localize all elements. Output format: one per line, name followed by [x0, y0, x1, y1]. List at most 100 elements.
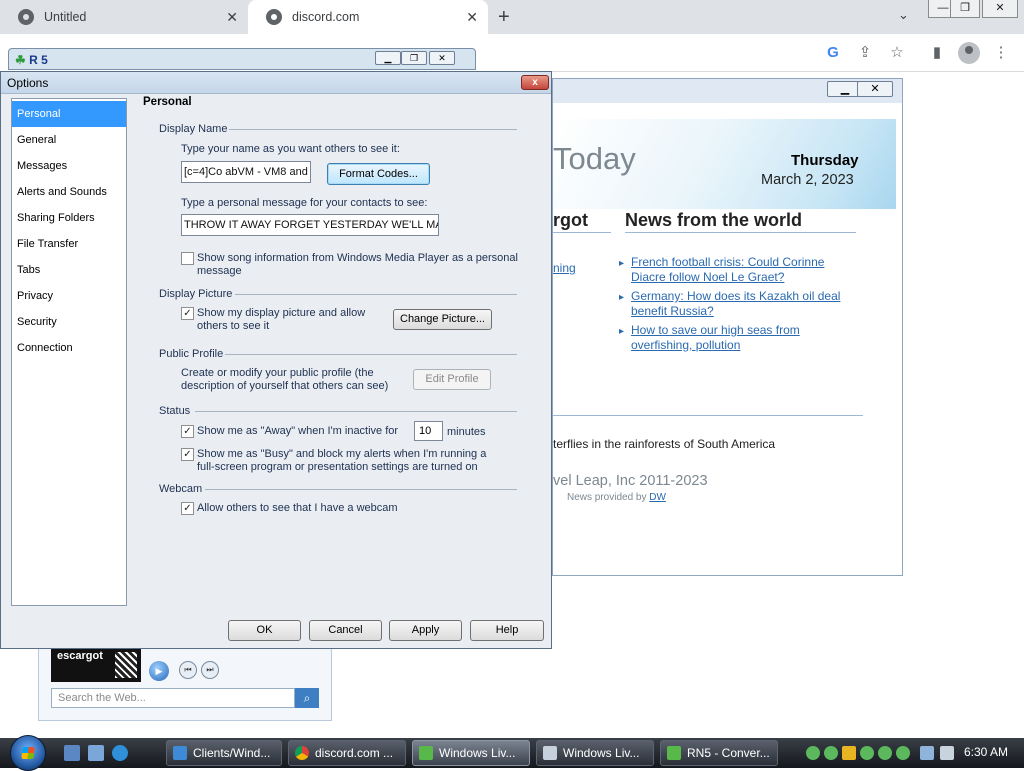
nav-item-privacy[interactable]: Privacy [12, 283, 126, 309]
messenger-logo: ☘ R 5 [15, 53, 48, 67]
away-checkbox[interactable]: ✓ [181, 425, 194, 438]
next-icon[interactable]: ⏭ [201, 661, 219, 679]
display-name-prompt: Type your name as you want others to see… [181, 143, 400, 155]
format-codes-button[interactable]: Format Codes... [327, 163, 430, 185]
messenger-tray-icon[interactable] [878, 746, 892, 760]
change-picture-button[interactable]: Change Picture... [393, 309, 492, 330]
news-item[interactable]: French football crisis: Could Corinne Di… [619, 255, 849, 285]
public-profile-group-label: Public Profile [159, 348, 224, 360]
divider [195, 411, 517, 412]
share-icon[interactable]: ⇪ [854, 42, 876, 64]
tab-title: discord.com [292, 10, 360, 24]
volume-icon[interactable] [940, 746, 954, 760]
tab-discord[interactable]: discord.com ✕ [248, 0, 488, 34]
divider [235, 294, 517, 295]
news-provider: News provided by DW [567, 492, 666, 503]
new-tab-button[interactable]: + [498, 6, 510, 29]
display-name-field[interactable]: [c=4]Co abVM - VM8 and [181, 161, 311, 183]
display-picture-checkbox[interactable]: ✓ [181, 307, 194, 320]
personal-message-prompt: Type a personal message for your contact… [181, 197, 428, 209]
nav-item-sharing-folders[interactable]: Sharing Folders [12, 205, 126, 231]
news-item[interactable]: Germany: How does its Kazakh oil deal be… [619, 289, 849, 319]
status-group-label: Status [159, 405, 191, 417]
display-name-group-label: Display Name [159, 123, 228, 135]
nav-item-messages[interactable]: Messages [12, 153, 126, 179]
nav-item-security[interactable]: Security [12, 309, 126, 335]
messenger-restore-button[interactable]: ❐ [401, 51, 427, 65]
nav-item-personal[interactable]: Personal [12, 101, 126, 127]
dw-link[interactable]: DW [649, 492, 666, 503]
messenger-tray-icon[interactable] [806, 746, 820, 760]
busy-checkbox[interactable]: ✓ [181, 448, 194, 461]
previous-icon[interactable]: ⏮ [179, 661, 197, 679]
taskbar-item-clients[interactable]: Clients/Wind... [166, 740, 282, 766]
tab-search-chevron-icon[interactable]: ⌄ [898, 7, 909, 23]
network-icon[interactable] [920, 746, 934, 760]
today-close-button[interactable]: ✕ [857, 81, 893, 97]
webcam-group-label: Webcam [159, 483, 203, 495]
shield-icon[interactable] [842, 746, 856, 760]
messenger-window-titlebar: ☘ R 5 ▁ ❐ ✕ [8, 48, 476, 70]
restore-button[interactable]: ❐ [950, 0, 980, 18]
nav-item-tabs[interactable]: Tabs [12, 257, 126, 283]
globe-icon [266, 9, 282, 25]
chrome-icon [295, 746, 309, 760]
webcam-checkbox[interactable]: ✓ [181, 502, 194, 515]
close-tab-icon[interactable]: ✕ [226, 9, 238, 26]
dialog-titlebar: Options x [1, 72, 551, 94]
news-item[interactable]: How to save our high seas from overfishi… [619, 323, 849, 353]
menu-kebab-icon[interactable]: ⋮ [990, 42, 1012, 64]
play-icon[interactable]: ▶ [149, 661, 169, 681]
messenger-icon [667, 746, 681, 760]
taskbar-item-discord[interactable]: discord.com ... [288, 740, 406, 766]
globe-icon [18, 9, 34, 25]
search-icon[interactable]: ⌕ [295, 688, 319, 708]
apply-button[interactable]: Apply [389, 620, 462, 641]
close-window-button[interactable]: ✕ [982, 0, 1018, 18]
messenger-close-button[interactable]: ✕ [429, 51, 455, 65]
close-tab-icon[interactable]: ✕ [466, 9, 478, 26]
help-button[interactable]: Help [470, 620, 544, 641]
today-heading: Today [553, 141, 636, 176]
start-button[interactable] [10, 735, 46, 771]
dialog-close-button[interactable]: x [521, 75, 549, 90]
google-icon[interactable]: G [822, 42, 844, 64]
nav-item-connection[interactable]: Connection [12, 335, 126, 361]
web-search-input[interactable]: Search the Web... [51, 688, 295, 708]
nav-item-alerts-and-sounds[interactable]: Alerts and Sounds [12, 179, 126, 205]
divider [229, 129, 517, 130]
switch-windows-icon[interactable] [88, 745, 104, 761]
edit-profile-button[interactable]: Edit Profile [413, 369, 491, 390]
messenger-tray-icon[interactable] [896, 746, 910, 760]
dialog-title: Options [7, 76, 49, 90]
clock[interactable]: 6:30 AM [964, 745, 1008, 759]
side-panel-icon[interactable]: ▮ [926, 42, 948, 64]
public-profile-text: Create or modify your public profile (th… [181, 367, 374, 379]
song-info-checkbox[interactable] [181, 252, 194, 265]
messenger-minimize-button[interactable]: ▁ [375, 51, 401, 65]
copyright-text: vel Leap, Inc 2011-2023 [553, 473, 708, 489]
taskbar-item-windows-live-2[interactable]: Windows Liv... [536, 740, 654, 766]
messenger-tray-icon[interactable] [824, 746, 838, 760]
escargot-thumbnail[interactable]: escargot [51, 648, 141, 682]
escargot-link[interactable]: ning [553, 261, 576, 275]
bookmark-star-icon[interactable]: ☆ [886, 42, 908, 64]
internet-explorer-icon[interactable] [112, 745, 128, 761]
display-picture-label: Show my display picture and allow [197, 307, 366, 319]
today-day: Thursday [791, 152, 859, 169]
cancel-button[interactable]: Cancel [309, 620, 382, 641]
nav-item-general[interactable]: General [12, 127, 126, 153]
personal-message-field[interactable]: THROW IT AWAY FORGET YESTERDAY WE'LL MA [181, 214, 439, 236]
nav-item-file-transfer[interactable]: File Transfer [12, 231, 126, 257]
taskbar-item-rn5[interactable]: RN5 - Conver... [660, 740, 778, 766]
ok-button[interactable]: OK [228, 620, 301, 641]
tab-untitled[interactable]: Untitled ✕ [0, 0, 248, 34]
profile-avatar[interactable] [958, 42, 980, 64]
taskbar-item-windows-live-1[interactable]: Windows Liv... [412, 740, 530, 766]
away-label: Show me as "Away" when I'm inactive for [197, 425, 399, 437]
messenger-tray-icon[interactable] [860, 746, 874, 760]
away-minutes-field[interactable]: 10 [414, 421, 443, 441]
song-info-label: Show song information from Windows Media… [197, 252, 518, 264]
busy-label-2: full-screen program or presentation sett… [197, 461, 478, 473]
show-desktop-icon[interactable] [64, 745, 80, 761]
